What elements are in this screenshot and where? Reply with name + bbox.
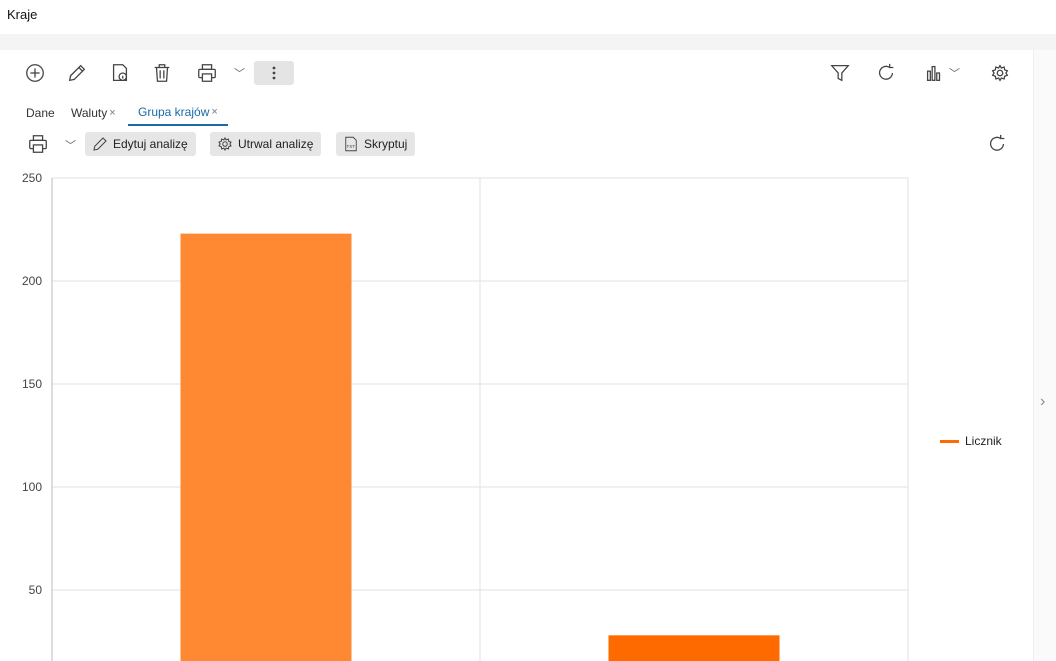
script-button[interactable]: TXT Skryptuj [336,132,416,156]
save-analysis-button[interactable]: Utrwal analizę [210,132,322,156]
chevron-down-icon[interactable]: ﹀ [234,65,245,81]
tab-dane[interactable]: Dane [26,100,55,126]
print-button[interactable] [193,60,221,86]
txt-file-icon: TXT [345,136,357,152]
separator [0,34,1056,50]
edit-icon [68,64,86,82]
edit-analysis-label: Edytuj analizę [113,137,188,151]
tab-label: Waluty [71,106,108,120]
pencil-icon [93,137,107,151]
details-icon [112,64,128,81]
chevron-down-icon[interactable]: ﹀ [65,137,76,153]
side-panel-toggle[interactable] [1033,50,1056,661]
more-button[interactable] [254,61,294,85]
filter-button[interactable] [826,60,854,86]
bar [608,635,780,661]
legend-label: Licznik [965,434,1002,448]
y-tick-label: 100 [22,480,42,494]
save-analysis-label: Utrwal analizę [238,137,314,151]
printer-icon [29,135,47,153]
chart-type-button[interactable] [920,60,948,86]
bar-chart: 50 100 150 200 250 [22,171,909,661]
trash-icon [154,64,170,82]
y-tick-label: 250 [22,171,42,185]
title-bar: Kraje [0,0,1056,34]
details-button[interactable] [106,60,134,86]
delete-button[interactable] [148,60,176,86]
y-tick-label: 50 [29,583,43,597]
chevron-down-icon[interactable]: ﹀ [949,65,960,81]
printer-icon [198,64,216,82]
legend-swatch [940,439,959,443]
y-tick-label: 150 [22,377,42,391]
tab-grupa-krajow[interactable]: Grupa krajów × [128,100,228,126]
refresh-button[interactable] [872,60,900,86]
tab-label: Dane [26,106,55,120]
chart-icon [926,65,941,81]
refresh-icon [878,63,894,80]
window-title: Kraje [7,7,38,22]
edit-analysis-button[interactable]: Edytuj analizę [85,132,196,156]
refresh-chart-button[interactable] [983,131,1011,157]
filter-icon [830,65,850,82]
tab-waluty[interactable]: Waluty × [71,100,116,126]
close-icon[interactable]: × [211,106,217,118]
chevron-right-icon[interactable]: › [1040,393,1045,411]
svg-text:TXT: TXT [347,144,356,149]
y-tick-label: 200 [22,274,42,288]
gear-icon [218,136,232,152]
settings-button[interactable] [986,60,1014,86]
print-chart-button[interactable] [24,131,52,157]
gear-icon [991,64,1009,82]
tab-label: Grupa krajów [138,105,210,119]
script-label: Skryptuj [364,137,408,151]
add-button[interactable] [21,60,49,86]
add-icon [26,64,44,82]
refresh-icon [989,134,1005,151]
close-icon[interactable]: × [109,107,115,119]
more-vertical-icon [272,66,276,80]
chart-legend: Licznik [940,434,1002,448]
bar [180,233,352,661]
edit-button[interactable] [63,60,91,86]
